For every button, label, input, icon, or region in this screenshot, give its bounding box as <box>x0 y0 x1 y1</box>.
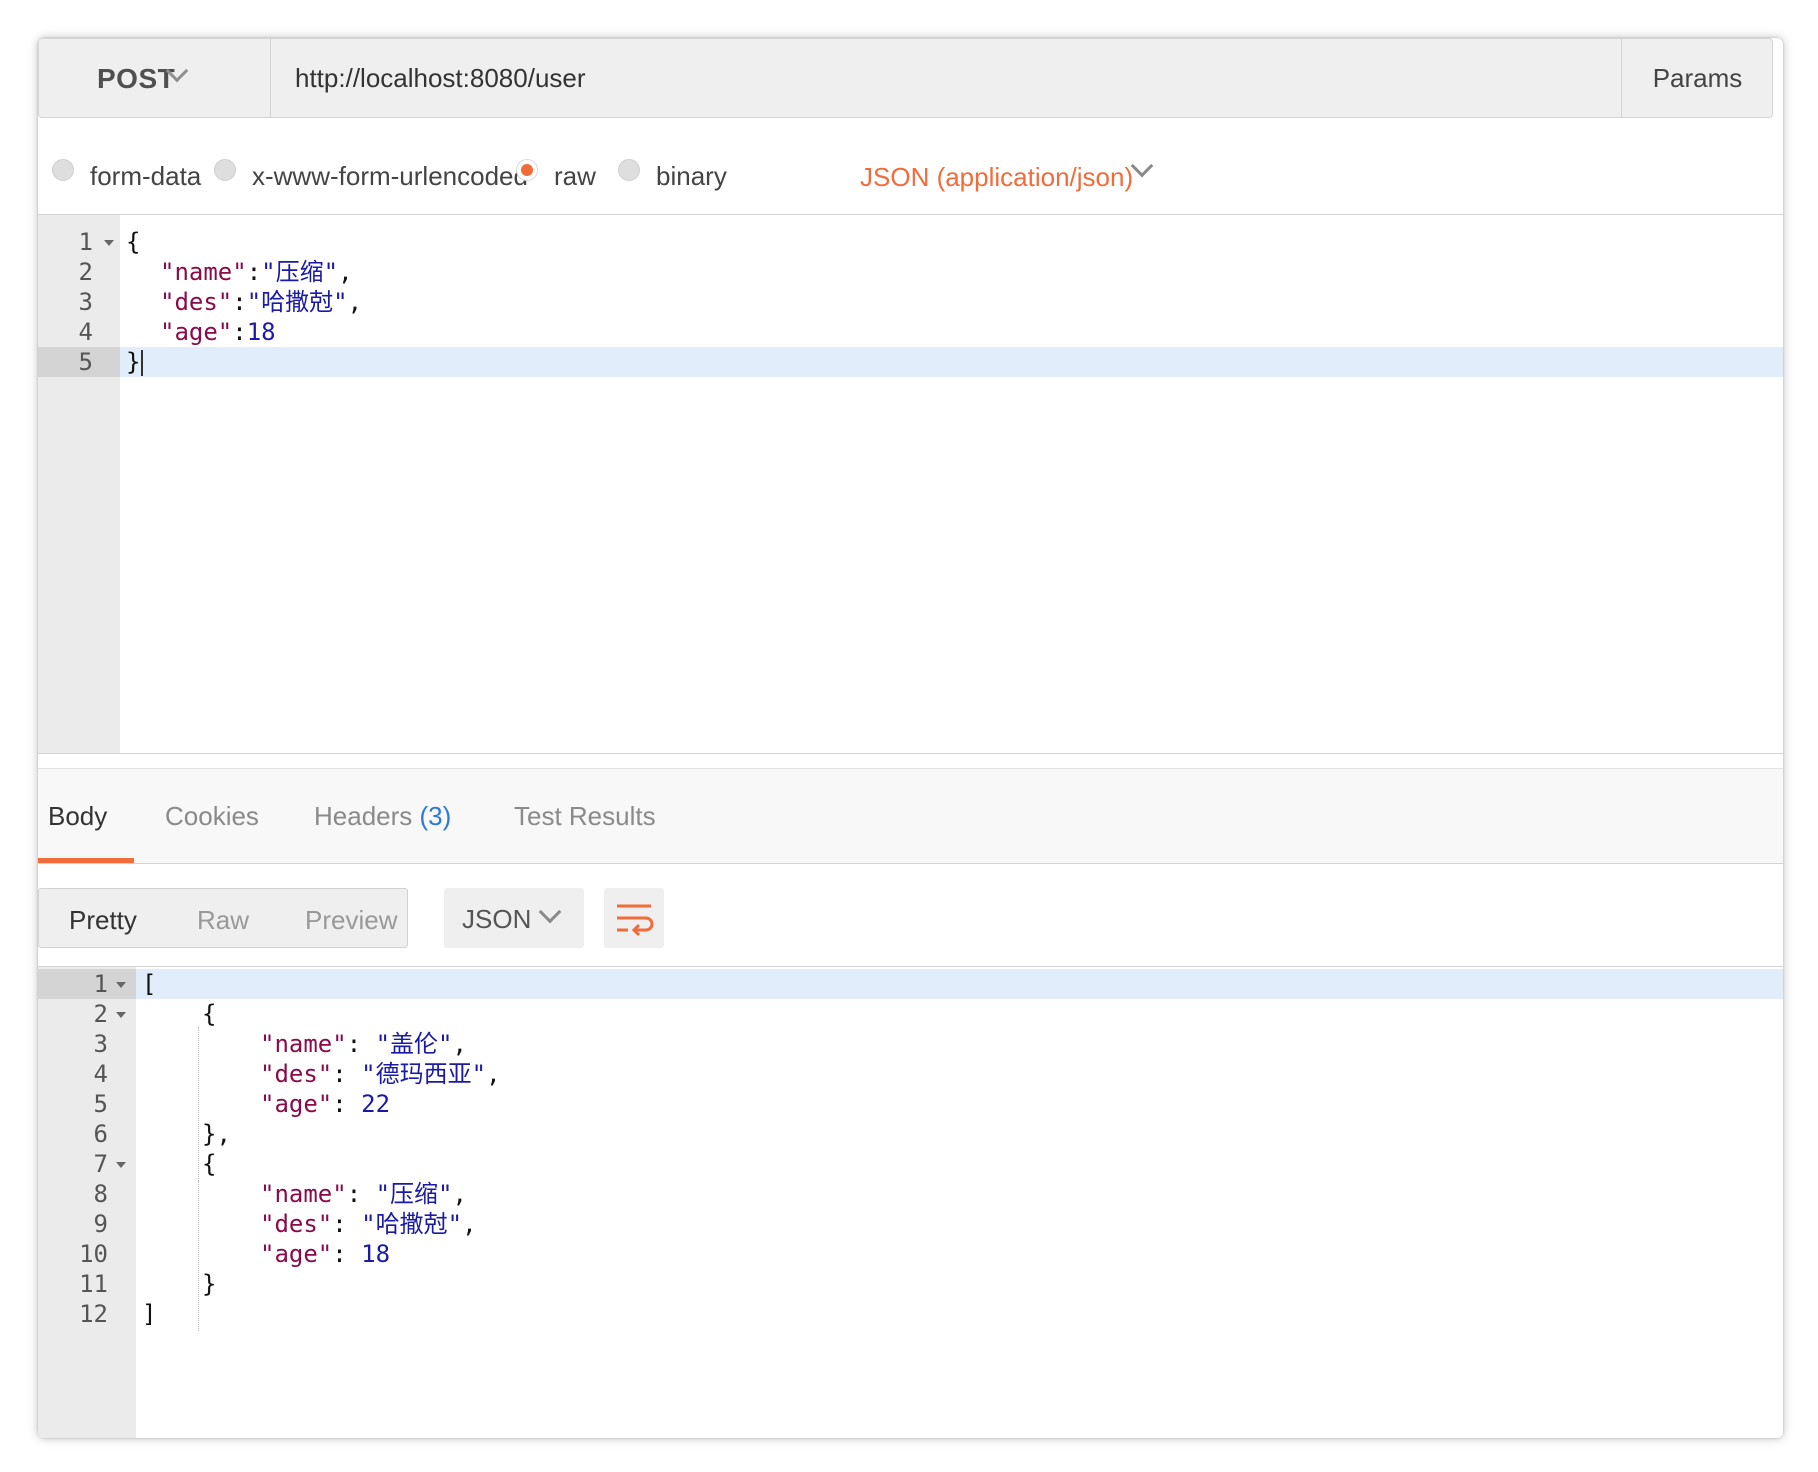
active-tab-indicator <box>38 858 134 863</box>
json-key: "name" <box>260 1030 347 1058</box>
json-key: "name" <box>160 258 247 286</box>
fold-arrow-icon[interactable] <box>116 1162 126 1168</box>
json-key: "age" <box>160 318 233 346</box>
code-line: 2 { <box>38 999 1783 1029</box>
tab-body[interactable]: Body <box>48 801 107 832</box>
line-number: 4 <box>78 318 93 346</box>
line-number: 11 <box>79 1270 108 1298</box>
response-tab-bar: Body Cookies Headers (3) Test Results <box>38 768 1783 864</box>
method-dropdown[interactable]: POST <box>39 39 271 117</box>
fold-arrow-icon[interactable] <box>104 240 114 246</box>
json-string: "德玛西亚" <box>361 1060 487 1088</box>
chevron-down-icon <box>538 900 562 924</box>
line-number: 8 <box>93 1180 108 1208</box>
line-number: 5 <box>93 1090 108 1118</box>
radio-form-data[interactable]: form-data <box>52 156 201 196</box>
wrap-lines-icon <box>617 904 654 937</box>
code-line: 12 ] <box>38 1299 1783 1329</box>
code-line-active: 5 } <box>38 347 1783 377</box>
view-pretty-button[interactable]: Pretty <box>69 905 137 936</box>
json-number: 18 <box>361 1240 391 1268</box>
radio-binary[interactable]: binary <box>618 156 727 196</box>
view-raw-button[interactable]: Raw <box>197 905 249 936</box>
json-number: 22 <box>361 1090 391 1118</box>
code-line: 6 }, <box>38 1119 1783 1149</box>
fold-arrow-icon[interactable] <box>116 982 126 988</box>
brace: } <box>126 348 141 376</box>
code-line: 2 "name":"压缩", <box>38 257 1783 287</box>
view-mode-segmented-control: Pretty Raw Preview <box>38 888 408 948</box>
params-button[interactable]: Params <box>1621 39 1773 117</box>
tab-headers[interactable]: Headers (3) <box>314 801 451 832</box>
code-line: 3 "name": "盖伦", <box>38 1029 1783 1059</box>
code-line: 1 { <box>38 227 1783 257</box>
postman-window: POST Params form-data x-www-form-urlenco… <box>38 38 1783 1438</box>
json-string: "哈撒尅" <box>361 1210 463 1238</box>
tab-cookies[interactable]: Cookies <box>165 801 259 832</box>
json-key: "des" <box>260 1210 333 1238</box>
radio-label: x-www-form-urlencoded <box>252 160 528 191</box>
line-number: 4 <box>93 1060 108 1088</box>
request-url-bar: POST Params <box>38 38 1773 118</box>
headers-count-badge: (3) <box>419 801 452 831</box>
fold-arrow-icon[interactable] <box>116 1012 126 1018</box>
json-number: 18 <box>246 318 276 346</box>
line-number: 9 <box>93 1210 108 1238</box>
line-number: 1 <box>93 970 108 998</box>
radio-label: form-data <box>90 160 202 191</box>
code-line: 11 } <box>38 1269 1783 1299</box>
code-line: 4 "age":18 <box>38 317 1783 347</box>
radio-dot <box>214 159 236 181</box>
json-key: "name" <box>260 1180 347 1208</box>
json-key: "des" <box>160 288 233 316</box>
radio-dot <box>618 159 640 181</box>
radio-label: raw <box>554 160 596 191</box>
radio-label: binary <box>656 160 727 191</box>
view-preview-button[interactable]: Preview <box>305 905 397 936</box>
code-line: 10 "age": 18 <box>38 1239 1783 1269</box>
method-label: POST <box>97 63 176 94</box>
json-key: "age" <box>260 1090 333 1118</box>
json-key: "age" <box>260 1240 333 1268</box>
line-number: 3 <box>78 288 93 316</box>
radio-raw[interactable]: raw <box>516 156 596 196</box>
line-number: 1 <box>78 228 93 256</box>
response-body-viewer: 1 [ 2 { 3 "name": "盖伦", 4 "des": "德玛西亚",… <box>38 966 1783 1438</box>
content-type-dropdown[interactable]: JSON (application/json) <box>860 162 1133 193</box>
line-number: 2 <box>78 258 93 286</box>
line-number: 2 <box>93 1000 108 1028</box>
format-dropdown[interactable]: JSON <box>444 888 584 948</box>
wrap-lines-button[interactable] <box>604 888 664 948</box>
json-string: "压缩" <box>261 258 339 286</box>
code-line: 4 "des": "德玛西亚", <box>38 1059 1783 1089</box>
json-string: "哈撒尅" <box>246 288 348 316</box>
code-line: 9 "des": "哈撒尅", <box>38 1209 1783 1239</box>
json-string: "盖伦" <box>375 1030 453 1058</box>
tab-headers-label: Headers <box>314 801 413 831</box>
json-key: "des" <box>260 1060 333 1088</box>
content-type-label: JSON (application/json) <box>860 162 1134 192</box>
brace: { <box>126 228 141 256</box>
text-cursor <box>141 350 144 376</box>
url-input[interactable] <box>271 39 1621 117</box>
code-line: 5 "age": 22 <box>38 1089 1783 1119</box>
code-line: 8 "name": "压缩", <box>38 1179 1783 1209</box>
json-string: "压缩" <box>375 1180 453 1208</box>
line-number: 3 <box>93 1030 108 1058</box>
code-line-active: 1 [ <box>38 969 1783 999</box>
radio-dot <box>52 159 74 181</box>
line-number: 7 <box>93 1150 108 1178</box>
line-number: 12 <box>79 1300 108 1328</box>
tab-test-results[interactable]: Test Results <box>514 801 656 832</box>
code-line: 3 "des":"哈撒尅", <box>38 287 1783 317</box>
radio-urlencoded[interactable]: x-www-form-urlencoded <box>214 156 528 196</box>
format-label: JSON <box>462 904 532 934</box>
line-number: 5 <box>78 348 93 376</box>
line-number: 10 <box>79 1240 108 1268</box>
request-body-editor[interactable]: 1 { 2 "name":"压缩", 3 "des":"哈撒尅", 4 "age… <box>38 214 1783 754</box>
radio-dot-selected <box>516 159 538 181</box>
line-number: 6 <box>93 1120 108 1148</box>
code-line: 7 { <box>38 1149 1783 1179</box>
